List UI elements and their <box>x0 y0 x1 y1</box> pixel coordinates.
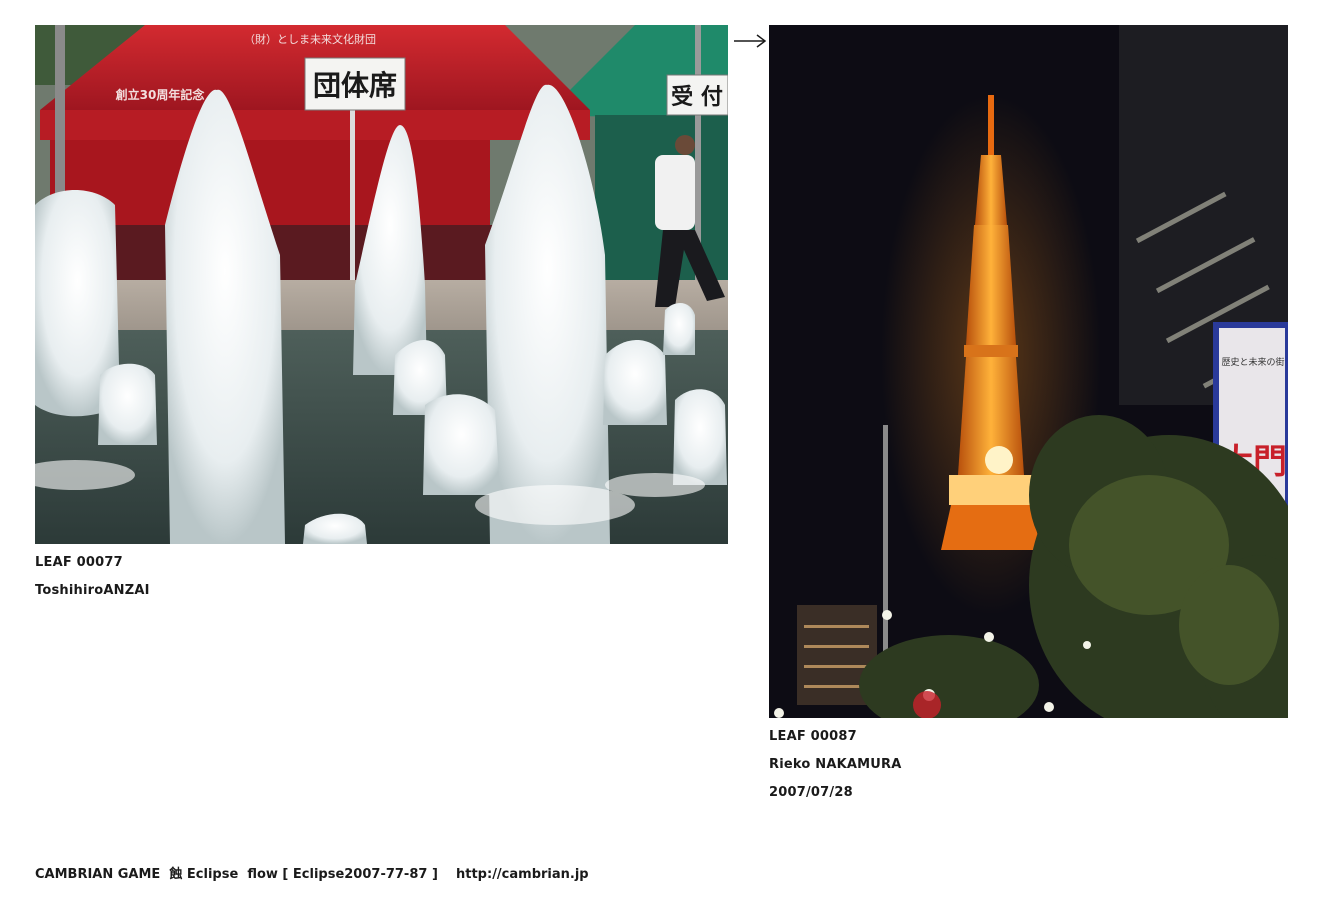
leaf-author-right: Rieko NAKAMURA <box>769 757 902 772</box>
footer-kanji: 蝕 <box>169 867 183 882</box>
leaf-id-left: LEAF 00077 <box>35 555 123 570</box>
fountain-photo[interactable]: 団体席 受 付 （財）としま未来文化財団 創立30周年記念 <box>35 25 728 544</box>
tent-text-foundation: （財）としま未来文化財団 <box>244 32 376 46</box>
footer-url-link[interactable]: http://cambrian.jp <box>456 867 589 882</box>
footer-title: Eclipse flow [ Eclipse2007-77-87 ] <box>186 867 438 882</box>
tokyo-tower-photo[interactable]: 歴史と未来の街 大門 芝 公 <box>769 25 1288 718</box>
leaf-id-right: LEAF 00087 <box>769 729 857 744</box>
sign-reception: 受 付 <box>671 84 723 110</box>
tent-text-anniversary: 創立30周年記念 <box>115 87 205 102</box>
footer: CAMBRIAN GAME 蝕 Eclipse flow [ Eclipse20… <box>35 867 589 883</box>
sign-group-seats: 団体席 <box>313 69 397 102</box>
arrow-right-icon <box>733 32 767 50</box>
footer-project: CAMBRIAN GAME <box>35 867 161 882</box>
leaf-author-left: ToshihiroANZAI <box>35 583 150 598</box>
signboard-text-history: 歴史と未来の街 <box>1221 356 1284 368</box>
leaf-date-right: 2007/07/28 <box>769 785 853 800</box>
